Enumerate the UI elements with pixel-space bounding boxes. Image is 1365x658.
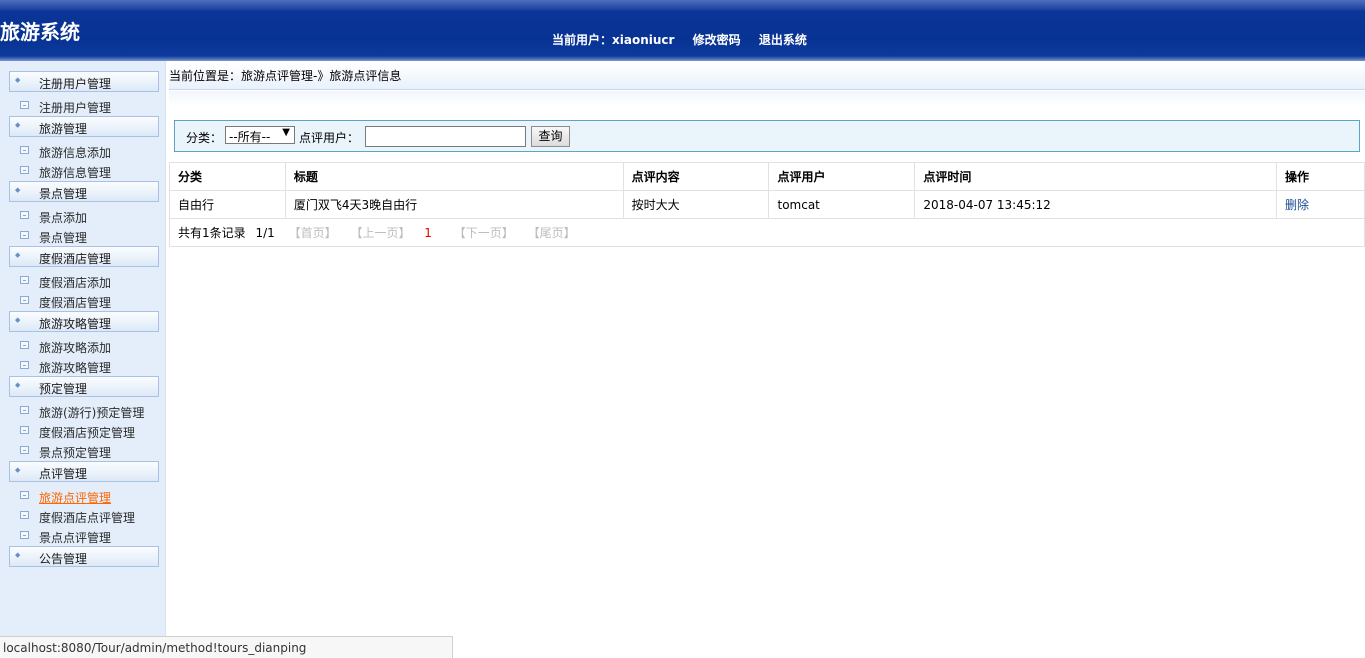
- breadcrumb-shadow: [169, 91, 1365, 107]
- expand-icon: ◆: [15, 316, 21, 324]
- review-user-input[interactable]: [365, 126, 526, 147]
- pager-first[interactable]: 【首页】: [289, 226, 337, 240]
- doc-icon: [20, 361, 29, 369]
- delete-link[interactable]: 删除: [1276, 190, 1365, 219]
- sidebar-item-guide-add[interactable]: 旅游攻略添加: [9, 336, 159, 356]
- sidebar-item-tour-review[interactable]: 旅游点评管理: [9, 486, 159, 506]
- doc-icon: [20, 491, 29, 499]
- pager-page: 1/1: [255, 226, 275, 240]
- header-topline: [0, 0, 1365, 10]
- review-table: 分类 标题 点评内容 点评用户 点评时间 操作 自由行 厦门双飞4天3晚自由行 …: [169, 162, 1365, 247]
- pager-last[interactable]: 【尾页】: [528, 226, 576, 240]
- doc-icon: [20, 406, 29, 414]
- sidebar-group-user[interactable]: ◆ 注册用户管理: [9, 71, 159, 92]
- sidebar-group-review[interactable]: ◆ 点评管理: [9, 461, 159, 482]
- expand-icon: ◆: [15, 121, 21, 129]
- sidebar-group-hotel[interactable]: ◆ 度假酒店管理: [9, 246, 159, 267]
- sidebar-item-guide-manage[interactable]: 旅游攻略管理: [9, 356, 159, 376]
- search-panel: 分类： --所有-- ▼ 点评用户： 查询: [174, 120, 1360, 152]
- sidebar-item-hotel-booking[interactable]: 度假酒店预定管理: [9, 421, 159, 441]
- app-title: 旅游系统: [0, 20, 80, 44]
- browser-status-bar: localhost:8080/Tour/admin/method!tours_d…: [0, 636, 453, 658]
- doc-icon: [20, 211, 29, 219]
- doc-icon: [20, 446, 29, 454]
- doc-icon: [20, 101, 29, 109]
- sidebar-item-tour-add[interactable]: 旅游信息添加: [9, 141, 159, 161]
- cell-category: 自由行: [169, 190, 286, 219]
- category-label: 分类：: [186, 131, 223, 145]
- doc-icon: [20, 426, 29, 434]
- sidebar-item-scenic-manage[interactable]: 景点管理: [9, 226, 159, 246]
- pager: 共有1条记录 1/1 【首页】 【上一页】 1 【下一页】 【尾页】: [169, 218, 1365, 247]
- top-header: 旅游系统 当前用户：xiaoniucr 修改密码 退出系统: [0, 0, 1365, 61]
- table-row: 自由行 厦门双飞4天3晚自由行 按时大大 tomcat 2018-04-07 1…: [169, 190, 1365, 219]
- sidebar-group-tour[interactable]: ◆ 旅游管理: [9, 116, 159, 137]
- sidebar-group-guide[interactable]: ◆ 旅游攻略管理: [9, 311, 159, 332]
- cell-content: 按时大大: [622, 190, 770, 219]
- col-header-user: 点评用户: [768, 162, 916, 191]
- query-button[interactable]: 查询: [531, 126, 570, 147]
- sidebar-item-tour-manage[interactable]: 旅游信息管理: [9, 161, 159, 181]
- review-user-label: 点评用户：: [299, 131, 360, 145]
- expand-icon: ◆: [15, 381, 21, 389]
- pager-row: 共有1条记录 1/1 【首页】 【上一页】 1 【下一页】 【尾页】: [169, 218, 1365, 247]
- sidebar-item-hotel-review[interactable]: 度假酒店点评管理: [9, 506, 159, 526]
- doc-icon: [20, 341, 29, 349]
- doc-icon: [20, 276, 29, 284]
- sidebar-group-scenic[interactable]: ◆ 景点管理: [9, 181, 159, 202]
- doc-icon: [20, 296, 29, 304]
- sidebar-group-booking[interactable]: ◆ 预定管理: [9, 376, 159, 397]
- logout-link[interactable]: 退出系统: [759, 33, 807, 47]
- sidebar-item-hotel-manage[interactable]: 度假酒店管理: [9, 291, 159, 311]
- status-url: localhost:8080/Tour/admin/method!tours_d…: [3, 641, 307, 655]
- doc-icon: [20, 531, 29, 539]
- col-header-category: 分类: [169, 162, 286, 191]
- sidebar-item-tour-booking[interactable]: 旅游(游行)预定管理: [9, 401, 159, 421]
- expand-icon: ◆: [15, 76, 21, 84]
- sidebar-item-scenic-add[interactable]: 景点添加: [9, 206, 159, 226]
- sidebar-item-user-manage[interactable]: 注册用户管理: [9, 96, 159, 116]
- col-header-title: 标题: [284, 162, 624, 191]
- change-password-link[interactable]: 修改密码: [693, 33, 741, 47]
- expand-icon: ◆: [15, 251, 21, 259]
- pager-summary: 共有1条记录: [178, 226, 246, 240]
- pager-next[interactable]: 【下一页】: [454, 226, 514, 240]
- breadcrumb: 当前位置是：旅游点评管理-》旅游点评信息: [169, 63, 1365, 90]
- col-header-content: 点评内容: [622, 162, 770, 191]
- expand-icon: ◆: [15, 186, 21, 194]
- current-user-label: 当前用户：xiaoniucr: [552, 33, 675, 47]
- doc-icon: [20, 511, 29, 519]
- breadcrumb-text: 当前位置是：旅游点评管理-》旅游点评信息: [169, 69, 402, 83]
- cell-title: 厦门双飞4天3晚自由行: [284, 190, 624, 219]
- doc-icon: [20, 146, 29, 154]
- sidebar-item-scenic-booking[interactable]: 景点预定管理: [9, 441, 159, 461]
- user-bar: 当前用户：xiaoniucr 修改密码 退出系统: [552, 31, 821, 48]
- cell-user: tomcat: [768, 190, 916, 219]
- sidebar-item-scenic-review[interactable]: 景点点评管理: [9, 526, 159, 546]
- sidebar: ◆ 注册用户管理 注册用户管理 ◆ 旅游管理 旅游信息添加 旅游信息管理 ◆ 景点管理…: [0, 61, 166, 658]
- cell-time: 2018-04-07 13:45:12: [914, 190, 1278, 219]
- dropdown-arrow-icon: ▼: [282, 127, 290, 138]
- category-select-value: --所有--: [229, 130, 271, 144]
- col-header-time: 点评时间: [914, 162, 1278, 191]
- sidebar-group-notice[interactable]: ◆ 公告管理: [9, 546, 159, 567]
- col-header-action: 操作: [1276, 162, 1365, 191]
- expand-icon: ◆: [15, 551, 21, 559]
- pager-current: 1: [424, 226, 432, 240]
- sidebar-item-hotel-add[interactable]: 度假酒店添加: [9, 271, 159, 291]
- doc-icon: [20, 231, 29, 239]
- sidebar-menu: ◆ 注册用户管理 注册用户管理 ◆ 旅游管理 旅游信息添加 旅游信息管理 ◆ 景点管理…: [9, 71, 159, 571]
- category-select[interactable]: --所有-- ▼: [225, 126, 295, 144]
- expand-icon: ◆: [15, 466, 21, 474]
- table-header-row: 分类 标题 点评内容 点评用户 点评时间 操作: [169, 162, 1365, 191]
- pager-prev[interactable]: 【上一页】: [350, 226, 410, 240]
- doc-icon: [20, 166, 29, 174]
